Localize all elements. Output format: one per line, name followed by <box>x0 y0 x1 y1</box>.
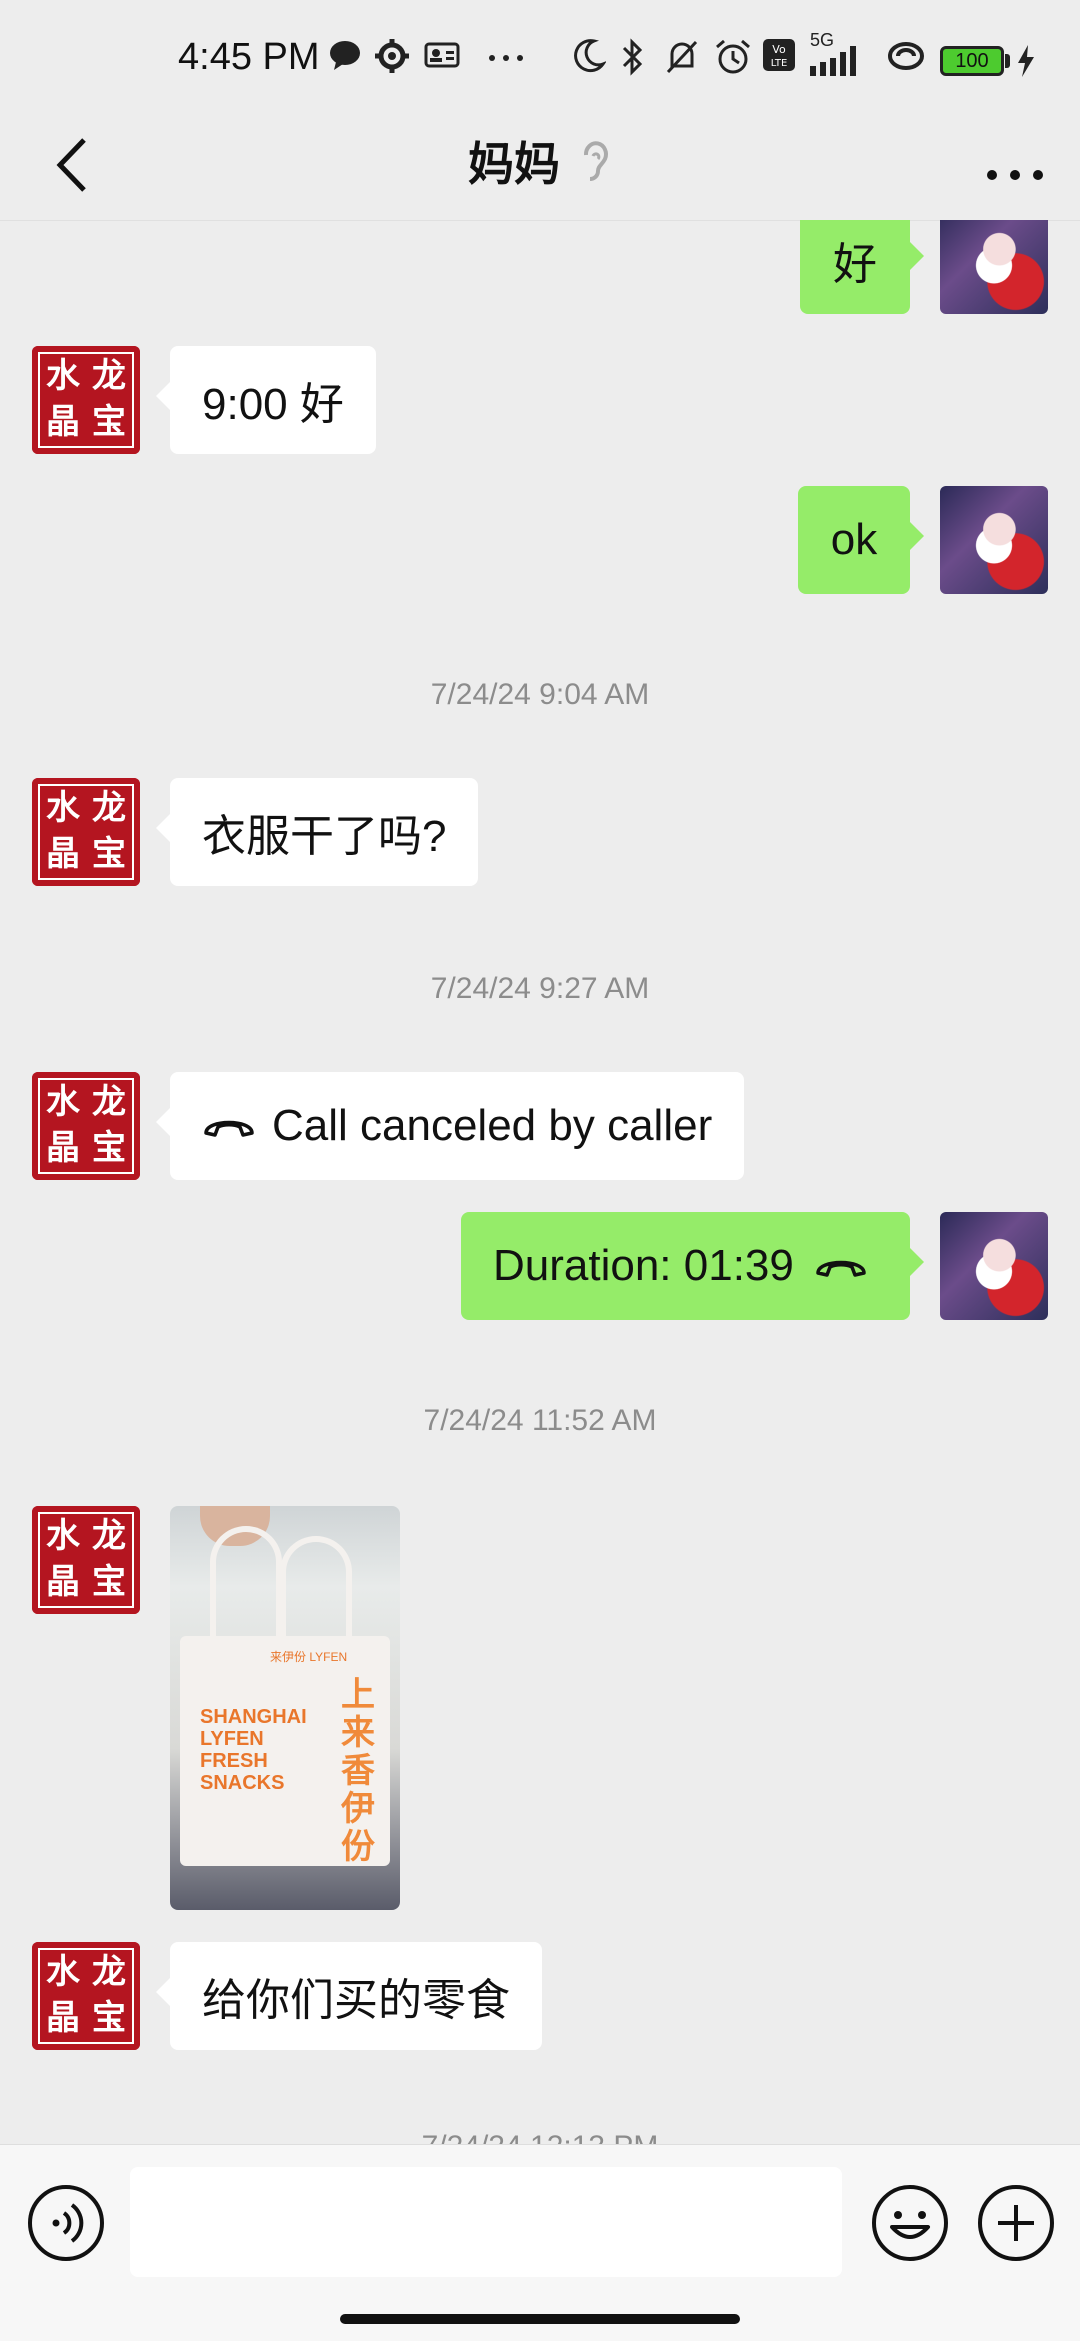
charging-icon <box>1018 45 1034 77</box>
voice-icon <box>28 2185 104 2261</box>
emoji-button[interactable] <box>870 2183 950 2263</box>
message-text: 好 <box>833 240 877 289</box>
message-bubble-incoming[interactable]: 给你们买的零食 <box>156 1942 542 2050</box>
message-bubble-incoming[interactable]: 9:00 好 <box>156 346 376 454</box>
battery-tip <box>1005 54 1010 68</box>
phone-hangup-icon <box>816 1260 866 1277</box>
card-icon <box>424 42 460 68</box>
message-bubble-outgoing[interactable]: 好 <box>800 220 924 314</box>
page-title-container: 妈妈 <box>0 128 1080 194</box>
message-timestamp: 7/24/24 11:52 AM <box>423 1404 657 1437</box>
settings-icon <box>375 39 409 73</box>
moon-icon <box>574 39 606 73</box>
message-bubble-incoming[interactable]: 衣服干了吗? <box>155 778 479 886</box>
message-bubble-outgoing[interactable]: ok <box>798 486 924 594</box>
emoji-icon <box>872 2185 948 2261</box>
message-text: Call canceled by caller <box>272 1101 713 1150</box>
phone-hangup-icon <box>204 1120 254 1137</box>
chat-header: 妈妈 <box>0 110 1080 221</box>
contact-avatar[interactable]: 水龙 晶宝 <box>32 778 140 886</box>
ear-icon <box>584 141 608 181</box>
signal-icon <box>810 46 856 76</box>
message-text: 9:00 好 <box>202 380 344 429</box>
my-avatar[interactable] <box>940 486 1048 594</box>
bluetooth-icon <box>622 38 643 76</box>
bag-chinese-text: 上来香伊份 <box>341 1676 375 1866</box>
status-time: 4:45 PM <box>178 36 320 78</box>
battery-icon: 100 <box>940 46 1004 76</box>
hotspot-icon <box>888 42 925 70</box>
message-text: 给你们买的零食 <box>202 1976 510 2025</box>
more-dots-icon <box>987 170 1043 180</box>
page-title: 妈妈 <box>468 138 560 190</box>
image-message[interactable]: 来伊份 LYFEN SHANGHAI LYFEN FRESH SNACKS 上来… <box>170 1506 400 1910</box>
status-bar: 4:45 PM Vo LTE 5G 100 <box>0 0 1080 120</box>
input-bar <box>0 2144 1080 2341</box>
bag-brand: 来伊份 LYFEN <box>270 1650 348 1664</box>
call-record-bubble-outgoing[interactable]: Duration: 01:39 <box>461 1212 924 1320</box>
svg-text:LTE: LTE <box>771 58 788 69</box>
message-timestamp: 7/24/24 12:13 PM <box>0 2130 1080 2144</box>
message-icon <box>330 41 360 70</box>
more-options-button[interactable] <box>980 130 1050 200</box>
plus-icon <box>978 2185 1054 2261</box>
call-record-bubble-incoming[interactable]: Call canceled by caller <box>155 1072 745 1180</box>
message-text: ok <box>830 515 878 564</box>
contact-avatar[interactable]: 水龙 晶宝 <box>32 1072 140 1180</box>
svg-text:Vo: Vo <box>772 43 786 56</box>
alarm-icon <box>716 39 750 74</box>
volte-icon: Vo LTE <box>763 39 795 71</box>
contact-avatar[interactable]: 水龙 晶宝 <box>32 1942 140 2050</box>
snack-bag: 来伊份 LYFEN SHANGHAI LYFEN FRESH SNACKS 上来… <box>180 1636 390 1866</box>
contact-avatar[interactable]: 水龙 晶宝 <box>32 1506 140 1614</box>
home-indicator[interactable] <box>340 2314 740 2324</box>
message-text: Duration: 01:39 <box>493 1241 794 1290</box>
my-avatar[interactable] <box>940 220 1048 314</box>
contact-avatar[interactable]: 水龙 晶宝 <box>32 346 140 454</box>
bag-text: SHANGHAI LYFEN FRESH SNACKS <box>200 1706 307 1794</box>
my-avatar[interactable] <box>940 1212 1048 1320</box>
message-input[interactable] <box>130 2167 842 2277</box>
battery-level: 100 <box>955 50 989 72</box>
chat-messages[interactable]: 好 水龙 晶宝 9:00 好 ok 7/24/24 9:04 AM 水龙 晶宝 … <box>0 220 1080 2144</box>
message-timestamp: 7/24/24 9:27 AM <box>430 972 650 1005</box>
mute-icon <box>666 40 698 74</box>
voice-input-button[interactable] <box>26 2183 106 2263</box>
more-functions-button[interactable] <box>976 2183 1056 2263</box>
more-dots-icon <box>489 55 523 61</box>
message-text: 衣服干了吗? <box>202 812 447 861</box>
message-timestamp: 7/24/24 9:04 AM <box>430 678 650 711</box>
